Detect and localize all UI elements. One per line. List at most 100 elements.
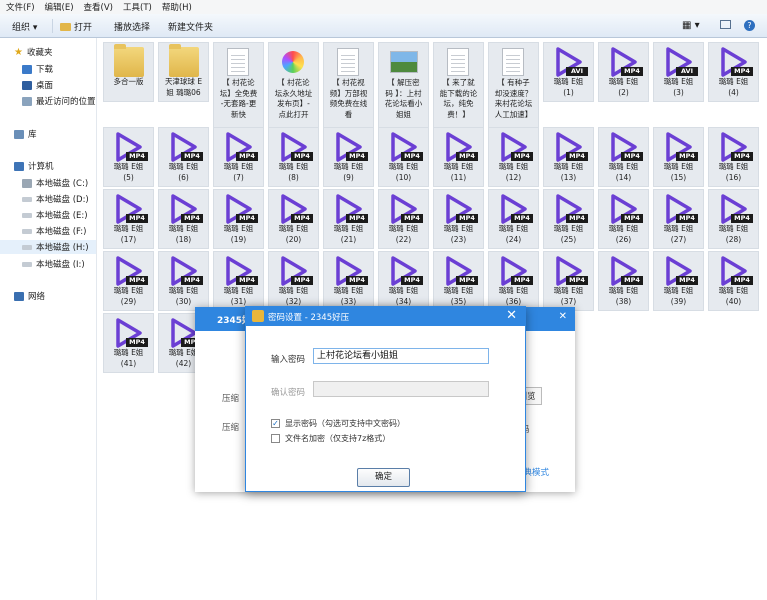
file-name-prefix: 璐璐 E姐 (113, 162, 144, 171)
view-options-icon[interactable]: ▦ ▾ (682, 20, 700, 31)
nav-drive-d[interactable]: 本地磁盘 (D:) (22, 193, 89, 205)
file-type-badge: MP4 (401, 214, 423, 223)
file-item[interactable]: MP4 璐璐 E姐 (33) (323, 251, 374, 311)
file-item[interactable]: 【 来了就 能下载的论 坛，纯免 费！】 (433, 42, 484, 128)
nav-drive-f[interactable]: 本地磁盘 (F:) (22, 225, 86, 237)
file-item[interactable]: MP4 璐璐 E姐 (16) (708, 127, 759, 187)
menu-item[interactable]: 编辑(E) (45, 1, 74, 13)
file-item[interactable]: MP4 璐璐 E姐 (31) (213, 251, 264, 311)
confirm-password-input[interactable] (313, 381, 489, 397)
nav-computer[interactable]: 计算机 (14, 160, 54, 172)
file-item[interactable]: 【 村花论 坛永久地址 发布页】- 点此打开 (268, 42, 319, 128)
file-item[interactable]: MP4 璐璐 E姐 (32) (268, 251, 319, 311)
password-input[interactable]: 上村花论坛看小姐姐 (313, 348, 489, 364)
file-item[interactable]: MP4 璐璐 E姐 (19) (213, 189, 264, 249)
file-item[interactable]: MP4 璐璐 E姐 (15) (653, 127, 704, 187)
show-password-checkbox[interactable]: ✓ (271, 419, 280, 428)
close-icon[interactable]: ✕ (506, 308, 517, 324)
file-item[interactable]: MP4 璐璐 E姐 (30) (158, 251, 209, 311)
ok-button[interactable]: 确定 (357, 468, 410, 487)
menu-item[interactable]: 帮助(H) (162, 1, 192, 13)
file-name-index: (9) (343, 172, 354, 182)
file-item[interactable]: MP4 璐璐 E姐 (9) (323, 127, 374, 187)
nav-network[interactable]: 网络 (14, 290, 45, 302)
file-item[interactable]: 【 解压密 码 】：上村 花论坛看小 姐姐 (378, 42, 429, 128)
file-item[interactable]: MP4 璐璐 E姐 (5) (103, 127, 154, 187)
folder-icon (114, 44, 144, 77)
file-item[interactable]: AVI 璐璐 E姐 (1) (543, 42, 594, 102)
file-name-index: (20) (285, 234, 302, 244)
file-item[interactable]: 【 村花视 频】万部视 频免费在线 看 (323, 42, 374, 128)
encrypt-names-label: 文件名加密（仅支持7z格式） (285, 434, 391, 443)
file-type-badge: MP4 (236, 214, 258, 223)
menu-item[interactable]: 工具(T) (123, 1, 152, 13)
help-icon[interactable]: ? (744, 20, 755, 31)
file-item[interactable]: MP4 璐璐 E姐 (13) (543, 127, 594, 187)
file-item[interactable]: MP4 璐璐 E姐 (34) (378, 251, 429, 311)
file-item[interactable]: MP4 璐璐 E姐 (17) (103, 189, 154, 249)
file-item[interactable]: MP4 璐璐 E姐 (6) (158, 127, 209, 187)
file-item[interactable]: MP4 璐璐 E姐 (21) (323, 189, 374, 249)
nav-library[interactable]: 库 (14, 128, 37, 140)
file-item[interactable]: MP4 璐璐 E姐 (18) (158, 189, 209, 249)
nav-drive-e[interactable]: 本地磁盘 (E:) (22, 209, 88, 221)
file-item[interactable]: MP4 璐璐 E姐 (40) (708, 251, 759, 311)
file-item[interactable]: MP4 璐璐 E姐 (23) (433, 189, 484, 249)
file-item[interactable]: MP4 璐璐 E姐 (4) (708, 42, 759, 102)
file-item[interactable]: AVI 璐璐 E姐 (3) (653, 42, 704, 102)
archive-dialog-close-icon[interactable]: ✕ (559, 311, 567, 322)
file-item[interactable]: MP4 璐璐 E姐 (41) (103, 313, 154, 373)
nav-download[interactable]: 下载 (22, 63, 53, 75)
open-button[interactable]: 打开 (60, 20, 92, 33)
file-item[interactable]: MP4 璐璐 E姐 (7) (213, 127, 264, 187)
file-item[interactable]: 【 村花论 坛】全免费 -无套路-更 新快 (213, 42, 264, 128)
file-item[interactable]: 【 有种子 却没速度？ 来村花论坛 人工加速】 (488, 42, 539, 128)
nav-favorites[interactable]: ★ 收藏夹 (14, 46, 52, 59)
file-type-badge: MP4 (456, 214, 478, 223)
file-item[interactable]: MP4 璐璐 E姐 (22) (378, 189, 429, 249)
file-item[interactable]: MP4 璐璐 E姐 (20) (268, 189, 319, 249)
menu-item[interactable]: 文件(F) (6, 1, 35, 13)
file-item[interactable]: MP4 璐璐 E姐 (36) (488, 251, 539, 311)
nav-desktop[interactable]: 桌面 (22, 79, 53, 91)
file-item[interactable]: MP4 璐璐 E姐 (8) (268, 127, 319, 187)
nav-recent[interactable]: 最近访问的位置 (22, 95, 96, 107)
file-item[interactable]: MP4 璐璐 E姐 (11) (433, 127, 484, 187)
new-folder-button[interactable]: 新建文件夹 (168, 20, 213, 33)
download-folder-icon (22, 64, 32, 74)
nav-drive-h[interactable]: 本地磁盘 (H:) (0, 240, 96, 254)
file-name-prefix: 璐璐 E姐 (333, 224, 364, 233)
toolbar: 组织 ▾ 打开 播放选择 新建文件夹 ▦ ▾ ? (0, 14, 767, 38)
file-item[interactable]: MP4 璐璐 E姐 (25) (543, 189, 594, 249)
file-name-prefix: 璐璐 E姐 (718, 224, 749, 233)
nav-drive-c[interactable]: 本地磁盘 (C:) (22, 177, 88, 189)
file-item[interactable]: MP4 璐璐 E姐 (29) (103, 251, 154, 311)
file-name: 【 来了就 能下载的论 坛，纯免 费！】 (439, 78, 478, 119)
file-item[interactable]: MP4 璐璐 E姐 (39) (653, 251, 704, 311)
file-item[interactable]: MP4 璐璐 E姐 (27) (653, 189, 704, 249)
file-item[interactable]: MP4 璐璐 E姐 (37) (543, 251, 594, 311)
encrypt-names-checkbox[interactable] (271, 434, 280, 443)
organize-button[interactable]: 组织 ▾ (12, 20, 37, 33)
file-name: 璐璐 E姐 (11) (434, 162, 483, 183)
nav-drive-i[interactable]: 本地磁盘 (I:) (22, 258, 85, 270)
file-name-prefix: 璐璐 E姐 (168, 348, 199, 357)
file-item[interactable]: MP4 璐璐 E姐 (2) (598, 42, 649, 102)
file-item[interactable]: MP4 璐璐 E姐 (14) (598, 127, 649, 187)
file-item[interactable]: 天津球球 E 姐 璐璐06 (158, 42, 209, 102)
navigation-pane: ★ 收藏夹 下载 桌面 最近访问的位置 库 计算机 本地磁盘 (C:) 本地磁盘 … (0, 38, 97, 600)
menu-item[interactable]: 查看(V) (84, 1, 113, 13)
file-type-badge: MP4 (346, 276, 368, 285)
file-item[interactable]: MP4 璐璐 E姐 (38) (598, 251, 649, 311)
file-item[interactable]: MP4 璐璐 E姐 (35) (433, 251, 484, 311)
file-item[interactable]: MP4 璐璐 E姐 (10) (378, 127, 429, 187)
file-item[interactable]: MP4 璐璐 E姐 (28) (708, 189, 759, 249)
text-file-icon (337, 48, 359, 76)
file-item[interactable]: MP4 璐璐 E姐 (26) (598, 189, 649, 249)
file-item[interactable]: MP4 璐璐 E姐 (12) (488, 127, 539, 187)
file-item[interactable]: MP4 璐璐 E姐 (24) (488, 189, 539, 249)
file-name-index: (5) (123, 172, 134, 182)
preview-pane-icon[interactable] (720, 20, 731, 29)
file-item[interactable]: 多合一版 (103, 42, 154, 102)
slideshow-button[interactable]: 播放选择 (114, 20, 150, 33)
